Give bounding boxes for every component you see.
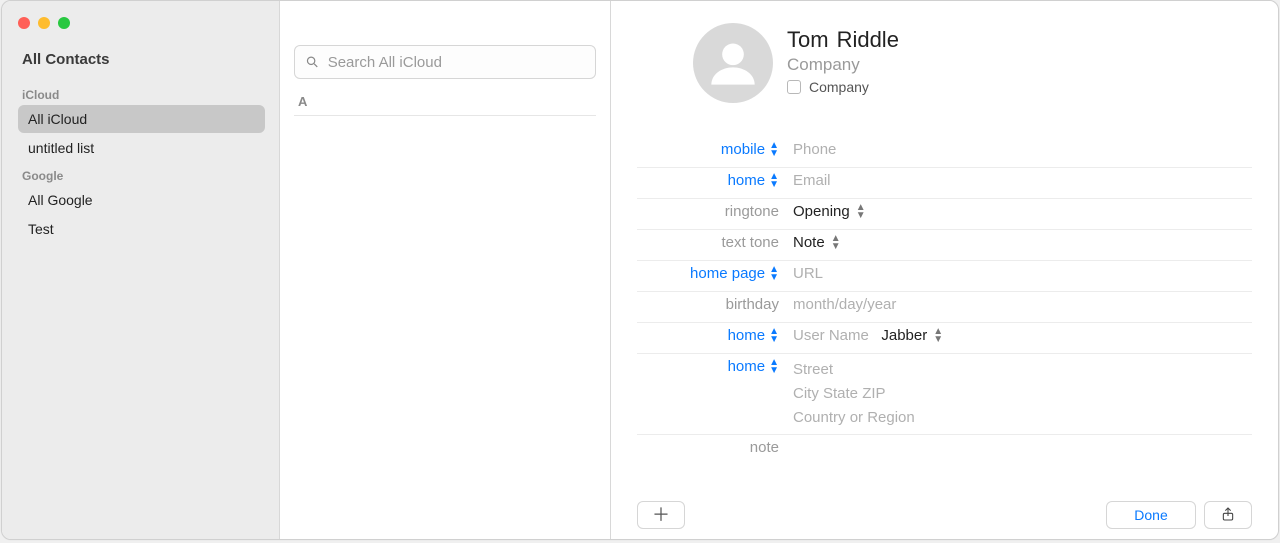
search-field[interactable] [294,45,596,79]
field-email: home ▲▼ Email [637,168,1252,199]
field-im: home ▲▼ User Name Jabber ▲▼ [637,323,1252,354]
chevron-updown-icon[interactable]: ▲▼ [769,173,779,189]
field-ringtone: ringtone Opening ▲▼ [637,199,1252,230]
address-label[interactable]: home ▲▼ [637,358,785,375]
detail-footer: ＋ Done [637,491,1252,529]
contact-detail: Tom Riddle Company Company mobile ▲▼ Phon… [611,1,1278,539]
texttone-select[interactable]: Note ▲▼ [785,234,1252,251]
sidebar: All Contacts iCloud All iCloud untitled … [2,1,280,539]
contact-name[interactable]: Tom Riddle [787,27,899,53]
last-name-field[interactable]: Riddle [837,27,899,52]
note-label: note [637,439,785,456]
homepage-input[interactable]: URL [785,265,1252,282]
is-company-toggle[interactable]: Company [787,79,899,95]
is-company-label: Company [809,79,869,95]
sidebar-item-all-google[interactable]: All Google [18,186,265,214]
plus-icon: ＋ [652,506,670,524]
chevron-updown-icon[interactable]: ▲▼ [769,328,779,344]
phone-input[interactable]: Phone [785,141,1252,158]
sidebar-title[interactable]: All Contacts [14,47,269,82]
avatar[interactable] [693,23,773,103]
field-birthday: birthday month/day/year [637,292,1252,323]
search-input[interactable] [328,54,585,71]
list-section-header: A [294,93,596,116]
fullscreen-icon[interactable] [58,17,70,29]
add-field-button[interactable]: ＋ [637,501,685,529]
contacts-window: All Contacts iCloud All iCloud untitled … [1,0,1279,540]
sidebar-item-test[interactable]: Test [18,215,265,243]
phone-label[interactable]: mobile ▲▼ [637,141,785,158]
chevron-updown-icon[interactable]: ▲▼ [769,359,779,375]
done-button[interactable]: Done [1106,501,1196,529]
list-section-letter: A [298,94,307,109]
sidebar-group-google: Google [14,163,269,185]
close-icon[interactable] [18,17,30,29]
chevron-updown-icon[interactable]: ▲▼ [831,235,841,251]
chevron-updown-icon[interactable]: ▲▼ [769,142,779,158]
texttone-label: text tone [637,234,785,251]
im-input[interactable]: User Name Jabber ▲▼ [785,327,1252,344]
contact-fields: mobile ▲▼ Phone home ▲▼ Email ringtone O… [637,137,1252,466]
field-texttone: text tone Note ▲▼ [637,230,1252,261]
ringtone-select[interactable]: Opening ▲▼ [785,203,1252,220]
share-icon [1220,506,1236,525]
im-label[interactable]: home ▲▼ [637,327,785,344]
minimize-icon[interactable] [38,17,50,29]
chevron-updown-icon[interactable]: ▲▼ [769,266,779,282]
field-note: note [637,435,1252,466]
checkbox-icon[interactable] [787,80,801,94]
field-address: home ▲▼ Street City State ZIP Country or… [637,354,1252,435]
homepage-label[interactable]: home page ▲▼ [637,265,785,282]
im-service-select[interactable]: Jabber [881,327,927,344]
first-name-field[interactable]: Tom [787,27,829,52]
sidebar-group-icloud: iCloud [14,82,269,104]
company-field[interactable]: Company [787,55,899,75]
sidebar-item-untitled-list[interactable]: untitled list [18,134,265,162]
sidebar-item-all-icloud[interactable]: All iCloud [18,105,265,133]
chevron-updown-icon[interactable]: ▲▼ [856,204,866,220]
name-block: Tom Riddle Company Company [787,23,899,95]
search-icon [305,54,320,70]
email-label[interactable]: home ▲▼ [637,172,785,189]
field-homepage: home page ▲▼ URL [637,261,1252,292]
contact-header: Tom Riddle Company Company [637,23,1252,103]
person-icon [707,37,759,89]
window-traffic-lights [14,13,269,47]
chevron-updown-icon[interactable]: ▲▼ [933,328,943,344]
ringtone-label: ringtone [637,203,785,220]
email-input[interactable]: Email [785,172,1252,189]
address-input[interactable]: Street City State ZIP Country or Region [785,358,1252,430]
share-button[interactable] [1204,501,1252,529]
birthday-input[interactable]: month/day/year [785,296,1252,313]
birthday-label: birthday [637,296,785,313]
field-phone: mobile ▲▼ Phone [637,137,1252,168]
contacts-list-column: A [280,1,611,539]
